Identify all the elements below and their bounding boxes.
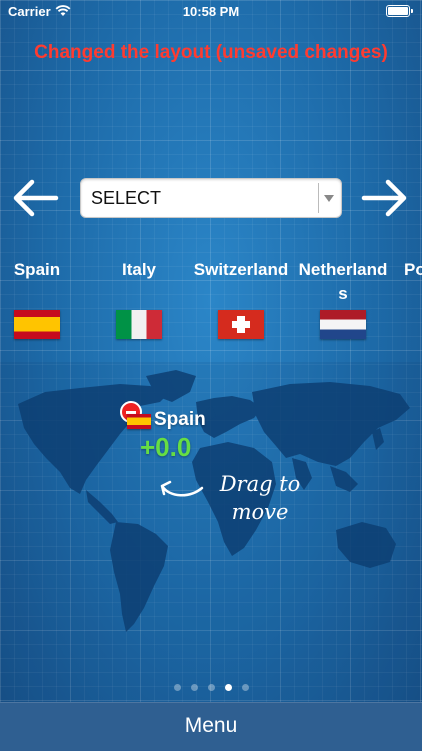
country-name: Po [404, 260, 422, 279]
clock: 10:58 PM [182, 4, 240, 19]
page-dot[interactable] [190, 684, 198, 691]
spain-flag-icon[interactable] [127, 414, 151, 429]
page-dot[interactable] [207, 684, 215, 691]
country-item-netherlands[interactable]: Netherlands [294, 258, 392, 339]
select-value: SELECT [91, 188, 162, 208]
spain-flag-icon [14, 310, 60, 339]
world-map-panel[interactable] [0, 362, 422, 702]
country-strip[interactable]: Spain Italy Switzerland Netherlands Po [0, 258, 422, 348]
marker-country-name[interactable]: Spain [154, 409, 206, 431]
country-name: Switzerland [193, 260, 289, 279]
select-divider [318, 183, 319, 213]
country-name: Italy [121, 260, 157, 279]
chevron-down-icon [324, 195, 334, 202]
previous-arrow-icon[interactable] [10, 176, 60, 220]
switzerland-flag-icon [218, 310, 264, 339]
netherlands-flag-icon [320, 310, 366, 339]
menu-label: Menu [184, 714, 238, 737]
next-arrow-icon[interactable] [360, 176, 410, 220]
country-item-partial[interactable]: Po [396, 258, 422, 308]
world-map [18, 370, 410, 632]
drag-hint-text: Drag to move [219, 472, 301, 524]
page-dot[interactable] [241, 684, 249, 691]
status-bar: Carrier 10:58 PM [0, 0, 422, 22]
country-item-switzerland[interactable]: Switzerland [192, 258, 290, 339]
page-indicator[interactable] [0, 684, 422, 694]
menu-button[interactable]: Menu [0, 702, 422, 751]
page-dot[interactable] [173, 684, 181, 691]
page-dot-active[interactable] [224, 684, 232, 691]
country-item-italy[interactable]: Italy [90, 258, 188, 339]
country-name: Netherlands [298, 260, 388, 303]
curved-arrow-icon [160, 480, 204, 497]
unsaved-changes-banner: Changed the layout (unsaved changes) [34, 42, 388, 63]
country-item-spain[interactable]: Spain [0, 258, 86, 339]
marker-time-offset: +0.0 [140, 432, 192, 462]
country-name: Spain [13, 260, 61, 279]
battery-icon [386, 5, 413, 17]
layout-select[interactable]: SELECT [80, 178, 342, 218]
italy-flag-icon [116, 310, 162, 339]
